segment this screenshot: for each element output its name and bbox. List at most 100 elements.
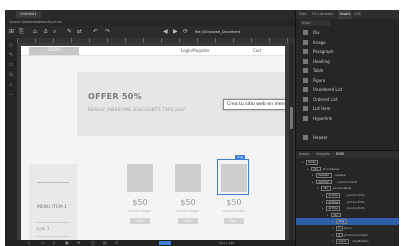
zoom-tool-icon[interactable]: ⌕ <box>8 82 14 88</box>
home-icon[interactable]: ⌂ <box>33 28 37 36</box>
tab-snippets[interactable]: Snippets <box>316 151 330 158</box>
insert-item[interactable] <box>296 123 399 133</box>
dom-node[interactable]: ▸ div <box>296 212 399 219</box>
expand-arrow-icon[interactable]: ▸ <box>332 232 334 239</box>
dom-node[interactable]: ▸ header .sidebar <box>296 172 399 179</box>
product-image[interactable] <box>175 164 201 192</box>
insert-item[interactable]: Image <box>296 38 399 48</box>
target-tool-icon[interactable]: ⊙ <box>8 72 14 78</box>
insert-item[interactable]: Header <box>296 133 399 143</box>
dom-node[interactable]: ▸ body <box>296 159 399 166</box>
anchor-icon[interactable]: ⚓ <box>43 28 48 36</box>
dom-tree: ▸ body ▸ div #container ▸ header .sidebar ▸ secti… <box>296 159 399 245</box>
dom-node-tag: body <box>306 160 319 165</box>
insert-item[interactable]: Heading <box>296 57 399 67</box>
tag-selector-icon[interactable]: ◁ <box>27 240 30 246</box>
element-type-icon <box>303 68 308 73</box>
insert-item[interactable]: Paragraph <box>296 47 399 57</box>
mobile-size-icon[interactable]: ◫ <box>91 240 95 246</box>
insert-item[interactable]: List Item <box>296 104 399 114</box>
tablet-size-icon[interactable]: ▤ <box>103 240 107 246</box>
tooltip: Crea tu sitio web en menos pasos <box>223 99 285 110</box>
undo-icon[interactable]: ↶ <box>93 28 98 36</box>
insert-item[interactable]: Figure <box>296 76 399 86</box>
css-file-link[interactable]: animateduralyze.css <box>29 19 62 26</box>
insert-item-label: Div <box>313 30 320 35</box>
select-tool-icon[interactable]: ◇ <box>8 42 14 48</box>
dom-node[interactable]: ▸ div #container <box>296 166 399 173</box>
cart-link[interactable]: Cart <box>253 47 261 55</box>
edit-icon[interactable]: ✎ <box>67 28 72 36</box>
dom-node[interactable]: ▸ input .buyButton <box>296 238 399 245</box>
document-tab[interactable]: Untitled1 <box>16 11 41 18</box>
frame-tool-icon[interactable]: ▭ <box>8 62 14 68</box>
more-tools-icon[interactable]: ⋯ <box>8 92 14 98</box>
product-image[interactable] <box>127 164 153 192</box>
dom-node[interactable]: ▸ p .productContent <box>296 232 399 239</box>
code-view-icon[interactable]: ▭ <box>41 240 45 246</box>
dom-node[interactable]: ▸ div .productRow <box>296 185 399 192</box>
refresh-icon[interactable]: ⟳ <box>183 28 188 36</box>
expand-arrow-icon[interactable]: ▸ <box>322 199 324 206</box>
tab-dom[interactable]: DOM <box>336 151 344 158</box>
expand-arrow-icon[interactable]: ▸ <box>312 179 314 186</box>
search-icon[interactable]: ⌕ <box>53 28 56 36</box>
live-view-page[interactable]: LOGO Login/Register Cart OFFER 50% REALL… <box>21 46 285 240</box>
forward-icon[interactable]: ▶ <box>173 28 178 36</box>
expand-arrow-icon[interactable]: ▸ <box>307 166 309 173</box>
insert-item[interactable]: Table <box>296 66 399 76</box>
buy-button[interactable]: BUY <box>178 218 198 224</box>
expand-arrow-icon[interactable]: ▸ <box>317 185 319 192</box>
expand-arrow-icon[interactable]: ▸ <box>302 159 304 166</box>
expand-arrow-icon[interactable]: ▸ <box>322 205 324 212</box>
redo-icon[interactable]: ↷ <box>105 28 110 36</box>
insert-item[interactable]: Div <box>296 28 399 38</box>
insert-item[interactable]: Hyperlink <box>296 114 399 124</box>
tab-insert[interactable]: Insert <box>338 10 353 19</box>
window-size-readout[interactable]: 314 x 195 <box>219 240 234 246</box>
sidebar-menu-item[interactable]: MENU ITEM 1 <box>37 205 67 210</box>
tab-assets[interactable]: Assets <box>299 151 309 158</box>
buy-button[interactable]: BUY <box>224 218 244 224</box>
canvas-scrollbar[interactable] <box>289 43 294 240</box>
scrollbar-thumb[interactable] <box>290 107 293 129</box>
tab-files[interactable]: Files <box>299 10 307 19</box>
insert-item[interactable]: Unordered List <box>296 85 399 95</box>
tab-css[interactable]: CSS <box>354 10 361 19</box>
swap-icon[interactable]: ⇄ <box>77 28 82 36</box>
element-badge[interactable]: img <box>235 155 245 160</box>
sidebar-link[interactable]: Link 1 <box>37 226 50 231</box>
back-icon[interactable]: ◀ <box>163 28 168 36</box>
site-sidebar: MENU ITEM 1 Link 1 <box>29 164 77 240</box>
address-field[interactable]: file:///Unsaved_Document <box>195 28 291 36</box>
dom-node[interactable]: ▸ article .productInfo <box>296 199 399 206</box>
dom-node[interactable]: ▸ article .productInfo <box>296 205 399 212</box>
copy-icon[interactable]: ⎘ <box>19 28 24 36</box>
insert-item[interactable]: Ordered List <box>296 95 399 105</box>
insert-category-select[interactable]: HTML <box>300 20 330 26</box>
pen-tool-icon[interactable]: ✎ <box>8 52 14 58</box>
grid-icon[interactable]: ⊞ <box>9 28 14 36</box>
dom-node[interactable]: ▸ section .mainContent <box>296 179 399 186</box>
dom-node[interactable]: ▸ article .productInfo <box>296 192 399 199</box>
insert-item-label: Table <box>313 68 324 73</box>
expand-arrow-icon[interactable]: ▸ <box>332 225 334 232</box>
dom-node[interactable]: ▸ p .price <box>296 225 399 232</box>
login-register-link[interactable]: Login/Register <box>181 47 210 55</box>
expand-arrow-icon[interactable]: ▸ <box>312 172 314 179</box>
dom-node[interactable]: ▸ img <box>296 218 399 225</box>
grid-view-icon[interactable]: ⊞ <box>77 240 80 246</box>
buy-button[interactable]: BUY <box>130 218 150 224</box>
expand-arrow-icon[interactable]: ▸ <box>332 218 334 225</box>
live-view-icon[interactable]: ▣ <box>65 240 69 246</box>
tab-cc-libraries[interactable]: CC Libraries <box>312 10 333 19</box>
active-view-indicator[interactable] <box>159 241 171 245</box>
insert-item-label: Paragraph <box>313 49 334 54</box>
expand-arrow-icon[interactable]: ▸ <box>332 238 334 245</box>
desktop-size-icon[interactable]: ⊡ <box>115 240 118 246</box>
expand-arrow-icon[interactable]: ▸ <box>322 192 324 199</box>
source-code-link[interactable]: Source Code <box>9 19 29 26</box>
insert-list: Div Image Paragraph Heading Table Figure Unord… <box>296 28 399 142</box>
expand-arrow-icon[interactable]: ▸ <box>327 212 329 219</box>
split-view-icon[interactable]: ▯ <box>53 240 55 246</box>
